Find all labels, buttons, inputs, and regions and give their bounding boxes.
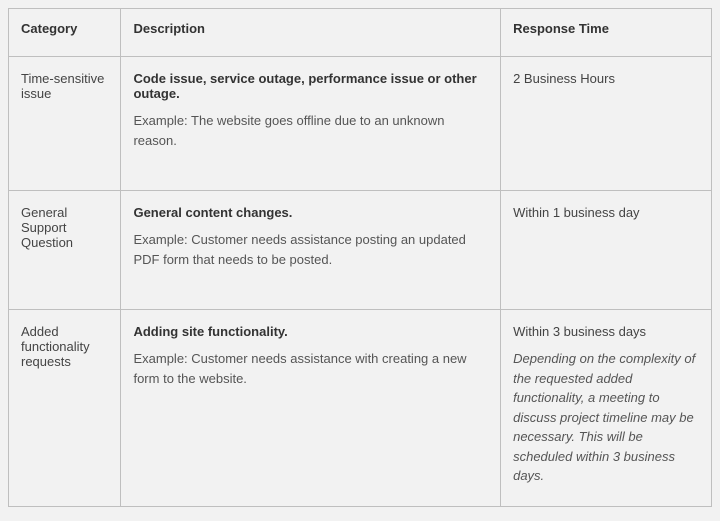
table-row: Time-sensitive issue Code issue, service… — [9, 57, 712, 191]
cell-description: Code issue, service outage, performance … — [121, 57, 501, 191]
response-main: 2 Business Hours — [513, 71, 699, 86]
table-row: General Support Question General content… — [9, 191, 712, 310]
description-example: Example: Customer needs assistance posti… — [133, 230, 488, 269]
cell-category: Added functionality requests — [9, 310, 121, 507]
table-row: Added functionality requests Adding site… — [9, 310, 712, 507]
description-example: Example: The website goes offline due to… — [133, 111, 488, 150]
cell-category: General Support Question — [9, 191, 121, 310]
header-description: Description — [121, 9, 501, 57]
sla-table: Category Description Response Time Time-… — [8, 8, 712, 507]
description-example: Example: Customer needs assistance with … — [133, 349, 488, 388]
cell-description: General content changes. Example: Custom… — [121, 191, 501, 310]
header-response: Response Time — [501, 9, 712, 57]
response-main: Within 1 business day — [513, 205, 699, 220]
cell-response: Within 1 business day — [501, 191, 712, 310]
cell-response: Within 3 business days Depending on the … — [501, 310, 712, 507]
header-category: Category — [9, 9, 121, 57]
description-title: General content changes. — [133, 205, 488, 220]
cell-category: Time-sensitive issue — [9, 57, 121, 191]
cell-description: Adding site functionality. Example: Cust… — [121, 310, 501, 507]
cell-response: 2 Business Hours — [501, 57, 712, 191]
response-main: Within 3 business days — [513, 324, 699, 339]
description-title: Code issue, service outage, performance … — [133, 71, 488, 101]
header-row: Category Description Response Time — [9, 9, 712, 57]
response-note: Depending on the complexity of the reque… — [513, 349, 699, 486]
description-title: Adding site functionality. — [133, 324, 488, 339]
